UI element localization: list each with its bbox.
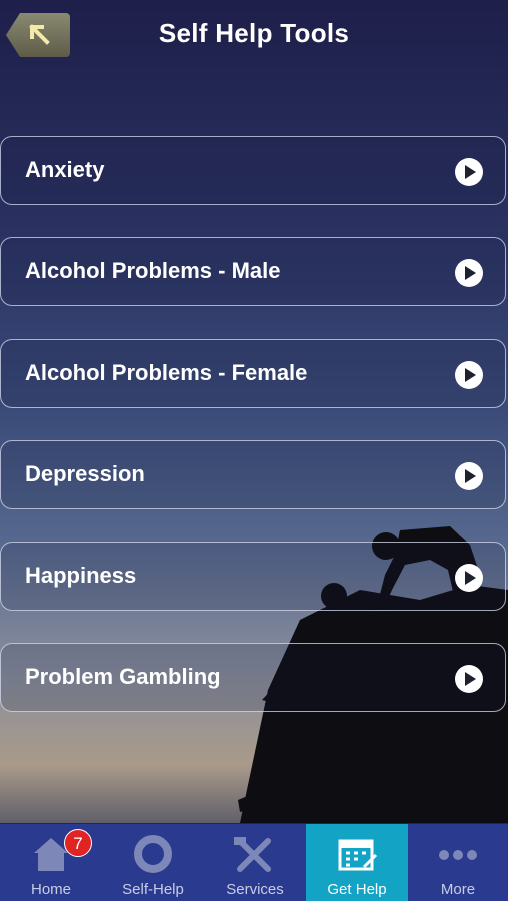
notification-badge: 7 [64, 829, 92, 857]
tab-self-help[interactable]: Self-Help [102, 824, 204, 901]
tab-home[interactable]: 7 Home [0, 824, 102, 901]
play-circle-icon [455, 564, 483, 592]
play-circle-icon [455, 462, 483, 490]
tool-item-alcohol-male[interactable]: Alcohol Problems - Male [0, 237, 506, 306]
play-circle-icon [455, 361, 483, 389]
tab-services[interactable]: Services [204, 824, 306, 901]
play-circle-icon [455, 665, 483, 693]
tab-label: Services [226, 881, 284, 898]
page-title: Self Help Tools [158, 18, 350, 48]
play-circle-icon [455, 259, 483, 287]
tool-item-label: Depression [25, 461, 145, 486]
tool-item-label: Anxiety [25, 157, 105, 182]
tool-item-label: Happiness [25, 563, 137, 588]
header: Self Help Tools [0, 0, 508, 80]
tool-item-label: Problem Gambling [25, 664, 221, 689]
tab-get-help[interactable]: Get Help [306, 824, 408, 901]
tool-item-label: Alcohol Problems - Female [25, 360, 308, 385]
play-circle-icon [455, 158, 483, 186]
tab-label: More [440, 881, 476, 898]
tool-item-problem-gambling[interactable]: Problem Gambling [0, 643, 506, 712]
more-dots-icon [439, 850, 477, 860]
lifebuoy-icon [134, 835, 172, 873]
tool-item-anxiety[interactable]: Anxiety [0, 136, 506, 205]
tool-item-depression[interactable]: Depression [0, 440, 506, 509]
calendar-icon [338, 839, 378, 871]
tool-item-label: Alcohol Problems - Male [25, 258, 281, 283]
tool-item-alcohol-female[interactable]: Alcohol Problems - Female [0, 339, 506, 408]
tool-item-happiness[interactable]: Happiness [0, 542, 506, 611]
bottom-tab-bar: 7 Home Self-Help Services Get Help More [0, 823, 508, 901]
tab-label: Home [30, 881, 71, 898]
tab-label: Get Help [327, 881, 387, 898]
tools-icon [234, 837, 271, 872]
tab-more[interactable]: More [408, 824, 508, 901]
tab-label: Self-Help [122, 881, 184, 898]
